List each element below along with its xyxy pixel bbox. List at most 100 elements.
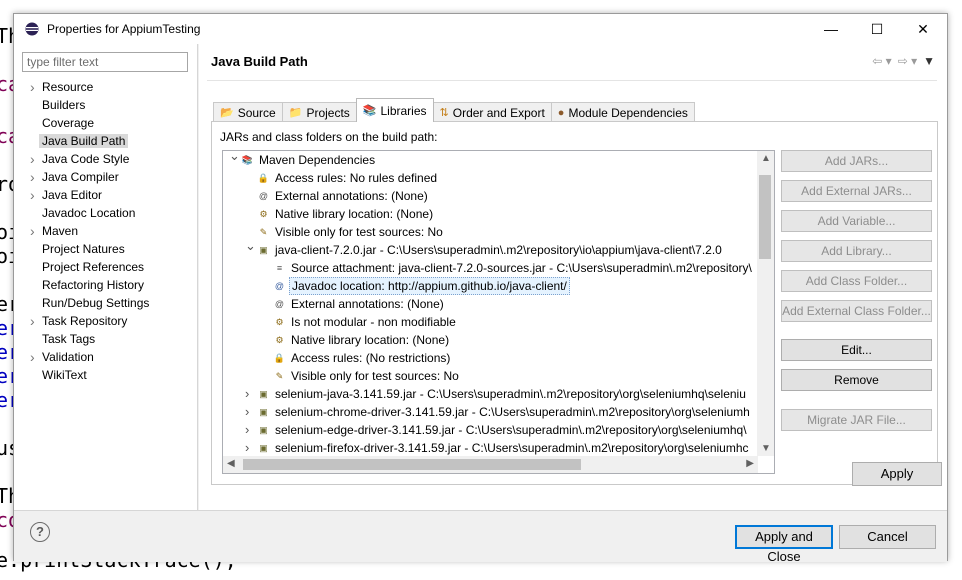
scroll-up-icon[interactable]: ▲ bbox=[761, 153, 771, 164]
entry-label: Access rules: No rules defined bbox=[275, 171, 438, 185]
build-path-entry[interactable]: › ▣ selenium-firefox-driver-3.141.59.jar -… bbox=[223, 439, 758, 456]
build-path-entry[interactable]: ⚙ Native library location: (None) bbox=[223, 205, 758, 223]
nav-item[interactable]: › Java Editor bbox=[28, 186, 196, 204]
nav-item[interactable]: Builders bbox=[28, 96, 196, 114]
nav-item-label: Refactoring History bbox=[42, 278, 145, 292]
scroll-right-icon[interactable]: ▶ bbox=[746, 458, 754, 469]
help-icon[interactable]: ? bbox=[30, 522, 50, 542]
nav-item-label: Coverage bbox=[42, 116, 95, 130]
add-variable-button: Add Variable... bbox=[781, 210, 932, 232]
nav-item[interactable]: WikiText bbox=[28, 366, 196, 384]
build-path-entry[interactable]: ⚙ Is not modular - non modifiable bbox=[223, 313, 758, 331]
properties-dialog: Properties for AppiumTesting — ☐ ✕ › Reso… bbox=[13, 13, 948, 564]
build-path-entry[interactable]: › ▣ selenium-java-3.141.59.jar - C:\Users\… bbox=[223, 385, 758, 403]
expand-chevron-icon[interactable]: › bbox=[30, 78, 35, 96]
collapse-chevron-icon[interactable]: ⌄ bbox=[229, 151, 240, 165]
build-path-entry[interactable]: @ External annotations: (None) bbox=[223, 187, 758, 205]
nav-item[interactable]: Project References bbox=[28, 258, 196, 276]
build-path-entry[interactable]: @ Javadoc location: http://appium.github.… bbox=[223, 277, 758, 295]
nav-item[interactable]: › Java Compiler bbox=[28, 168, 196, 186]
expand-chevron-icon[interactable]: › bbox=[30, 150, 35, 168]
build-path-entry[interactable]: 🔒 Access rules: (No restrictions) bbox=[223, 349, 758, 367]
entry-label: selenium-edge-driver-3.141.59.jar - C:\U… bbox=[275, 423, 747, 437]
remove-button[interactable]: Remove bbox=[781, 369, 932, 391]
build-path-tree[interactable]: ⌄ 📚 Maven Dependencies 🔒 Access rules: No ru… bbox=[222, 150, 775, 474]
vertical-scrollbar[interactable]: ▲ ▼ bbox=[757, 151, 774, 456]
build-path-entry[interactable]: 🔒 Access rules: No rules defined bbox=[223, 169, 758, 187]
build-path-entry[interactable]: ⌄ ▣ java-client-7.2.0.jar - C:\Users\super… bbox=[223, 238, 758, 259]
jar-icon: ▣ bbox=[259, 389, 268, 399]
add-external-class-folder-button: Add External Class Folder... bbox=[781, 300, 932, 322]
nav-item[interactable]: Project Natures bbox=[28, 240, 196, 258]
scroll-left-icon[interactable]: ◀ bbox=[227, 458, 235, 469]
build-path-entry[interactable]: ⚙ Native library location: (None) bbox=[223, 331, 758, 349]
expand-chevron-icon[interactable]: › bbox=[30, 186, 35, 204]
collapse-chevron-icon[interactable]: ⌄ bbox=[245, 237, 256, 255]
tab-label: Libraries bbox=[380, 103, 427, 118]
tab-label: Projects bbox=[306, 105, 350, 120]
order-export-icon: ⇅ bbox=[439, 107, 449, 119]
projects-tab-icon: 📁 bbox=[288, 107, 303, 119]
nav-item[interactable]: › Java Code Style bbox=[28, 150, 196, 168]
apply-button[interactable]: Apply bbox=[852, 462, 942, 486]
filter-input[interactable] bbox=[22, 52, 188, 72]
nav-item[interactable]: › Maven bbox=[28, 222, 196, 240]
build-path-entry[interactable]: › ▣ selenium-edge-driver-3.141.59.jar - C:… bbox=[223, 421, 758, 439]
build-path-entry[interactable]: ≡ Source attachment: java-client-7.2.0-so… bbox=[223, 259, 758, 277]
build-path-entry[interactable]: ✎ Visible only for test sources: No bbox=[223, 367, 758, 385]
horizontal-scrollbar[interactable]: ◀ ▶ bbox=[223, 456, 758, 473]
tab-source[interactable]: 📂 Source bbox=[213, 102, 283, 122]
edit-button[interactable]: Edit... bbox=[781, 339, 932, 361]
nav-item-label: Resource bbox=[42, 80, 94, 94]
nav-item[interactable]: › Validation bbox=[28, 348, 196, 366]
expand-chevron-icon[interactable]: › bbox=[245, 439, 249, 456]
forward-arrow-icon[interactable]: ⇨ ▾ bbox=[898, 54, 917, 68]
apply-and-close-button[interactable]: Apply and Close bbox=[735, 525, 833, 564]
expand-chevron-icon[interactable]: › bbox=[245, 385, 249, 403]
tab-module-dependencies[interactable]: ● Module Dependencies bbox=[550, 102, 695, 122]
nav-item[interactable]: Javadoc Location bbox=[28, 204, 196, 222]
build-path-entry[interactable]: ✎ Visible only for test sources: No bbox=[223, 223, 758, 241]
jar-icon: ▣ bbox=[259, 245, 268, 255]
entry-label: selenium-firefox-driver-3.141.59.jar - C… bbox=[275, 441, 749, 455]
expand-chevron-icon[interactable]: › bbox=[30, 222, 35, 240]
tab-order-and-export[interactable]: ⇅ Order and Export bbox=[432, 102, 552, 122]
expand-chevron-icon[interactable]: › bbox=[245, 421, 249, 439]
add-class-folder-button: Add Class Folder... bbox=[781, 270, 932, 292]
scroll-down-icon[interactable]: ▼ bbox=[761, 443, 771, 454]
expand-chevron-icon[interactable]: › bbox=[30, 312, 35, 330]
nav-item[interactable]: › Resource bbox=[28, 78, 196, 96]
minimize-button[interactable]: — bbox=[808, 14, 854, 44]
build-path-entry[interactable]: ⌄ 📚 Maven Dependencies bbox=[223, 151, 758, 169]
build-path-entry[interactable]: @ External annotations: (None) bbox=[223, 295, 758, 313]
expand-chevron-icon[interactable]: › bbox=[245, 403, 249, 421]
nav-item[interactable]: Java Build Path bbox=[28, 132, 196, 150]
horizontal-scroll-thumb[interactable] bbox=[243, 459, 581, 470]
jar-icon: ▣ bbox=[259, 443, 268, 453]
minimize-icon: — bbox=[824, 21, 838, 37]
cancel-button[interactable]: Cancel bbox=[839, 525, 936, 549]
jar-icon: ▣ bbox=[259, 425, 268, 435]
tab-libraries[interactable]: 📚 Libraries bbox=[355, 98, 434, 122]
nav-item[interactable]: › Task Repository bbox=[28, 312, 196, 330]
nav-item[interactable]: Run/Debug Settings bbox=[28, 294, 196, 312]
close-button[interactable]: ✕ bbox=[900, 14, 946, 44]
back-arrow-icon[interactable]: ⇦ ▾ bbox=[872, 54, 891, 68]
nav-item-label: Validation bbox=[42, 350, 94, 364]
vertical-scroll-thumb[interactable] bbox=[759, 175, 771, 259]
nav-item[interactable]: Refactoring History bbox=[28, 276, 196, 294]
tab-projects[interactable]: 📁 Projects bbox=[281, 102, 357, 122]
build-path-entry[interactable]: › ▣ selenium-chrome-driver-3.141.59.jar - … bbox=[223, 403, 758, 421]
expand-chevron-icon[interactable]: › bbox=[30, 348, 35, 366]
expand-chevron-icon[interactable]: › bbox=[30, 168, 35, 186]
maximize-button[interactable]: ☐ bbox=[854, 14, 900, 44]
title-bar[interactable]: Properties for AppiumTesting — ☐ ✕ bbox=[14, 14, 947, 44]
nav-item-label: Java Compiler bbox=[42, 170, 119, 184]
entry-label: Javadoc location: http://appium.github.i… bbox=[289, 277, 570, 295]
nav-item[interactable]: Task Tags bbox=[28, 330, 196, 348]
page-navigation: ⇦ ▾ ⇨ ▾ ▼ bbox=[872, 54, 935, 68]
nav-item[interactable]: Coverage bbox=[28, 114, 196, 132]
access-rules-icon: 🔒 bbox=[273, 353, 286, 363]
view-menu-icon[interactable]: ▼ bbox=[923, 54, 935, 68]
entry-label: Visible only for test sources: No bbox=[291, 369, 459, 383]
